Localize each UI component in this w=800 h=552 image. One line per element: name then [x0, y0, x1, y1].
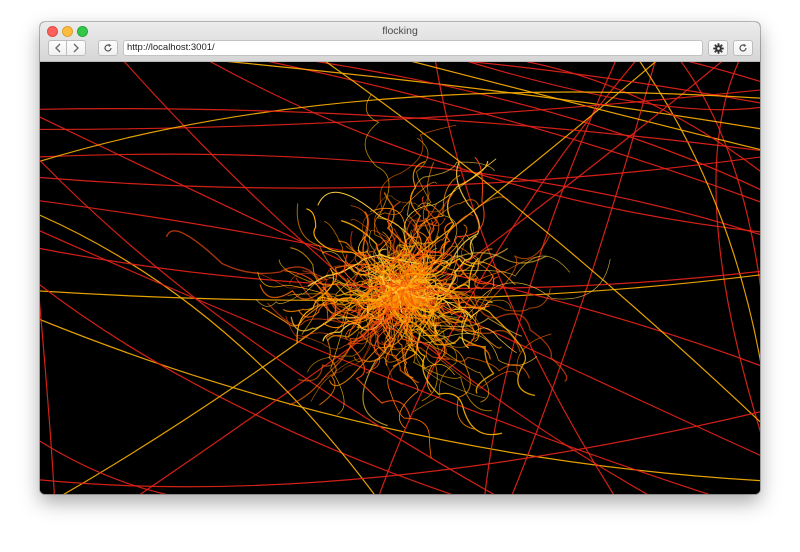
page-reload-button[interactable] [733, 40, 753, 56]
browser-window: flocking http://localhost:3001/ [40, 22, 760, 494]
reload-icon [104, 43, 112, 52]
maximize-window-button[interactable] [77, 26, 88, 37]
close-window-button[interactable] [47, 26, 58, 37]
address-bar[interactable]: http://localhost:3001/ [123, 40, 703, 56]
window-title: flocking [382, 25, 418, 37]
minimize-window-button[interactable] [62, 26, 73, 37]
chevron-right-icon [73, 43, 79, 53]
gear-icon [712, 42, 724, 54]
forward-button[interactable] [67, 40, 86, 56]
flocking-visualization [40, 62, 760, 494]
reload-icon [739, 43, 747, 52]
reload-button[interactable] [98, 40, 118, 56]
back-button[interactable] [48, 40, 67, 56]
flocking-canvas[interactable] [40, 62, 760, 494]
title-bar: flocking http://localhost:3001/ [40, 22, 760, 62]
settings-button[interactable] [708, 40, 728, 56]
chevron-left-icon [54, 43, 60, 53]
